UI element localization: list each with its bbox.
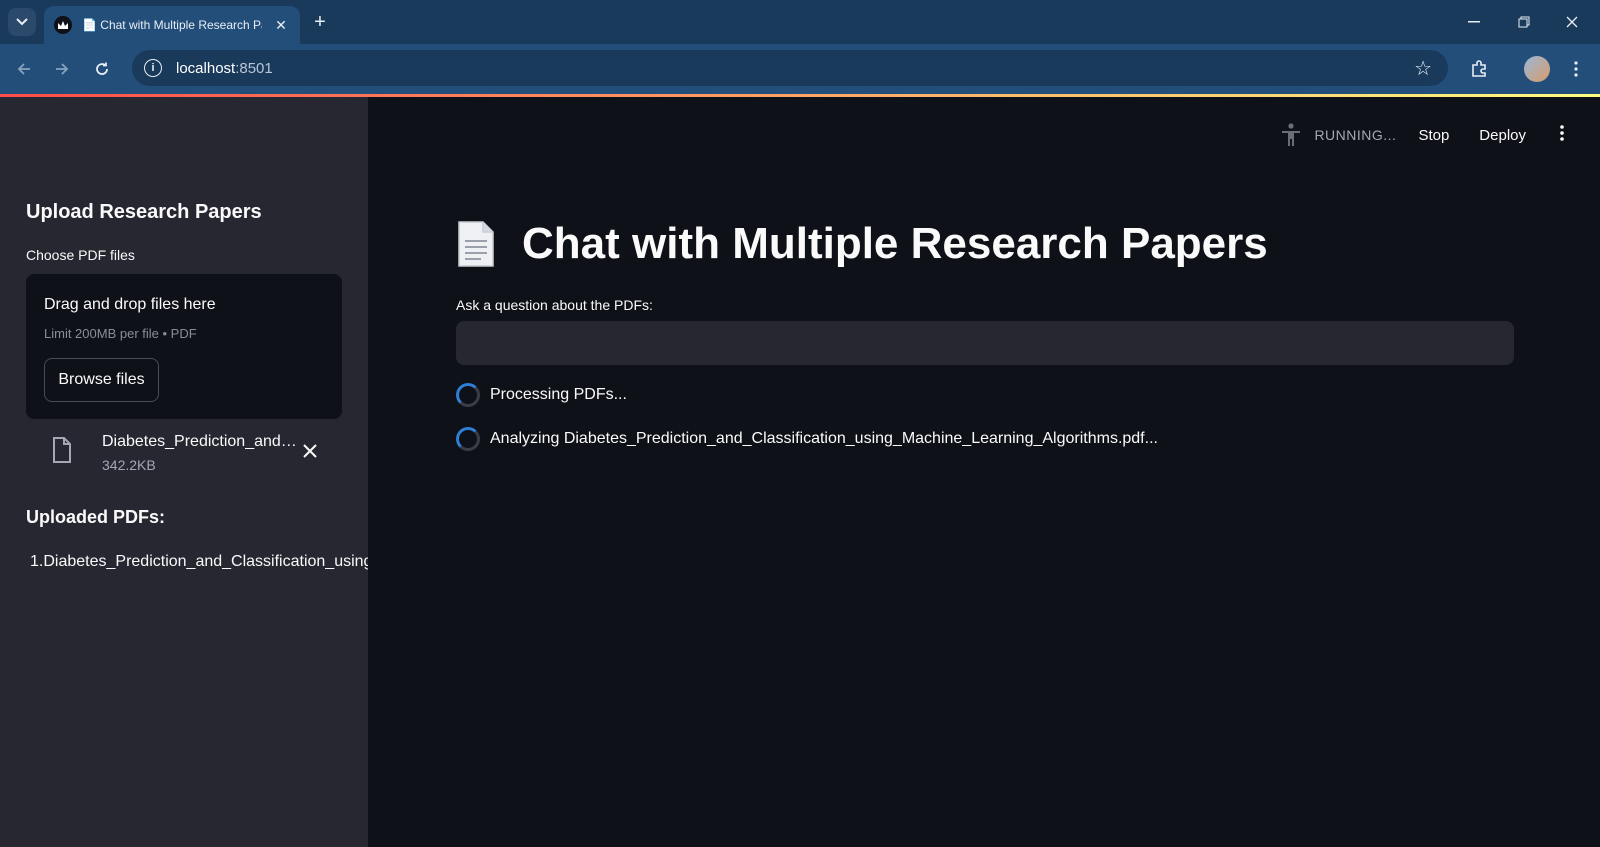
deploy-button[interactable]: Deploy: [1479, 127, 1526, 144]
new-tab-button[interactable]: +: [308, 10, 332, 34]
browser-menu-icon[interactable]: [1566, 56, 1586, 82]
document-icon: [458, 221, 494, 267]
uploaded-pdfs-list: 1. Diabetes_Prediction_and_Classificatio…: [30, 553, 368, 571]
extensions-icon: [1472, 60, 1486, 77]
file-icon: [53, 437, 71, 463]
status-analyzing: Analyzing Diabetes_Prediction_and_Classi…: [456, 427, 1158, 451]
status-text: Processing PDFs...: [490, 386, 627, 403]
uploader-label: Choose PDF files: [26, 247, 135, 263]
kebab-menu-icon[interactable]: [1556, 124, 1568, 147]
spinner-icon: [456, 427, 480, 451]
app-status-bar: RUNNING... Stop Deploy: [1280, 123, 1568, 147]
back-button[interactable]: [10, 55, 38, 83]
spinner-icon: [456, 383, 480, 407]
remove-file-button[interactable]: [296, 437, 324, 465]
back-arrow-icon: [17, 63, 30, 75]
page-title: Chat with Multiple Research Papers: [522, 219, 1268, 268]
uploaded-file-name: Diabetes_Prediction_and_Classification_u…: [102, 433, 298, 450]
sidebar-heading: Upload Research Papers: [26, 201, 262, 223]
stop-button[interactable]: Stop: [1418, 127, 1449, 144]
list-item: 1. Diabetes_Prediction_and_Classificatio…: [30, 553, 368, 570]
accessibility-person-icon: [1282, 123, 1301, 146]
page-title-row: Chat with Multiple Research Papers: [456, 219, 1268, 269]
running-status: RUNNING...: [1314, 127, 1397, 143]
sidebar: Upload Research Papers Choose PDF files …: [0, 97, 368, 847]
dropzone-limit: Limit 200MB per file • PDF: [44, 326, 197, 341]
question-label: Ask a question about the PDFs:: [456, 297, 653, 313]
url-text[interactable]: localhost:8501: [176, 60, 273, 77]
browse-files-button[interactable]: Browse files: [44, 358, 159, 402]
site-info-icon[interactable]: i: [144, 59, 162, 77]
reload-button[interactable]: [88, 55, 116, 83]
minimize-icon: [1468, 21, 1480, 23]
browser-tab-bar: 📄 Chat with Multiple Research Papers ✕ +: [0, 0, 1600, 44]
question-input[interactable]: [456, 321, 1514, 365]
restore-button[interactable]: [1504, 8, 1544, 36]
dropzone-title: Drag and drop files here: [44, 296, 216, 313]
address-bar[interactable]: i localhost:8501 ☆: [132, 50, 1448, 86]
minimize-button[interactable]: [1454, 8, 1494, 36]
status-text: Analyzing Diabetes_Prediction_and_Classi…: [490, 430, 1158, 447]
restore-icon: [1518, 16, 1530, 28]
browser-toolbar: i localhost:8501 ☆: [0, 44, 1600, 94]
reload-icon: [96, 62, 108, 75]
file-dropzone[interactable]: Drag and drop files here Limit 200MB per…: [26, 274, 342, 419]
main-content: RUNNING... Stop Deploy Chat with Multipl…: [368, 97, 1600, 847]
extensions-button[interactable]: [1466, 56, 1492, 82]
tab-list-button[interactable]: [8, 8, 36, 36]
browser-tab[interactable]: 📄 Chat with Multiple Research Papers ✕: [44, 6, 300, 44]
uploaded-file-row: Diabetes_Prediction_and_Classification_u…: [26, 427, 342, 481]
close-icon: [1566, 16, 1578, 28]
uploaded-file-size: 342.2KB: [102, 457, 156, 473]
tab-title: 📄 Chat with Multiple Research Papers: [82, 18, 262, 32]
star-icon[interactable]: ☆: [1414, 56, 1432, 81]
status-processing: Processing PDFs...: [456, 383, 627, 407]
forward-button[interactable]: [48, 55, 76, 83]
streamlit-crown-icon: [54, 16, 72, 34]
forward-arrow-icon: [56, 63, 69, 75]
profile-avatar[interactable]: [1524, 56, 1550, 82]
tab-close-icon[interactable]: ✕: [272, 17, 290, 34]
uploaded-pdfs-heading: Uploaded PDFs:: [26, 507, 166, 527]
tab-list-icon: [16, 18, 28, 26]
close-window-button[interactable]: [1552, 8, 1592, 36]
close-icon: [303, 444, 317, 458]
